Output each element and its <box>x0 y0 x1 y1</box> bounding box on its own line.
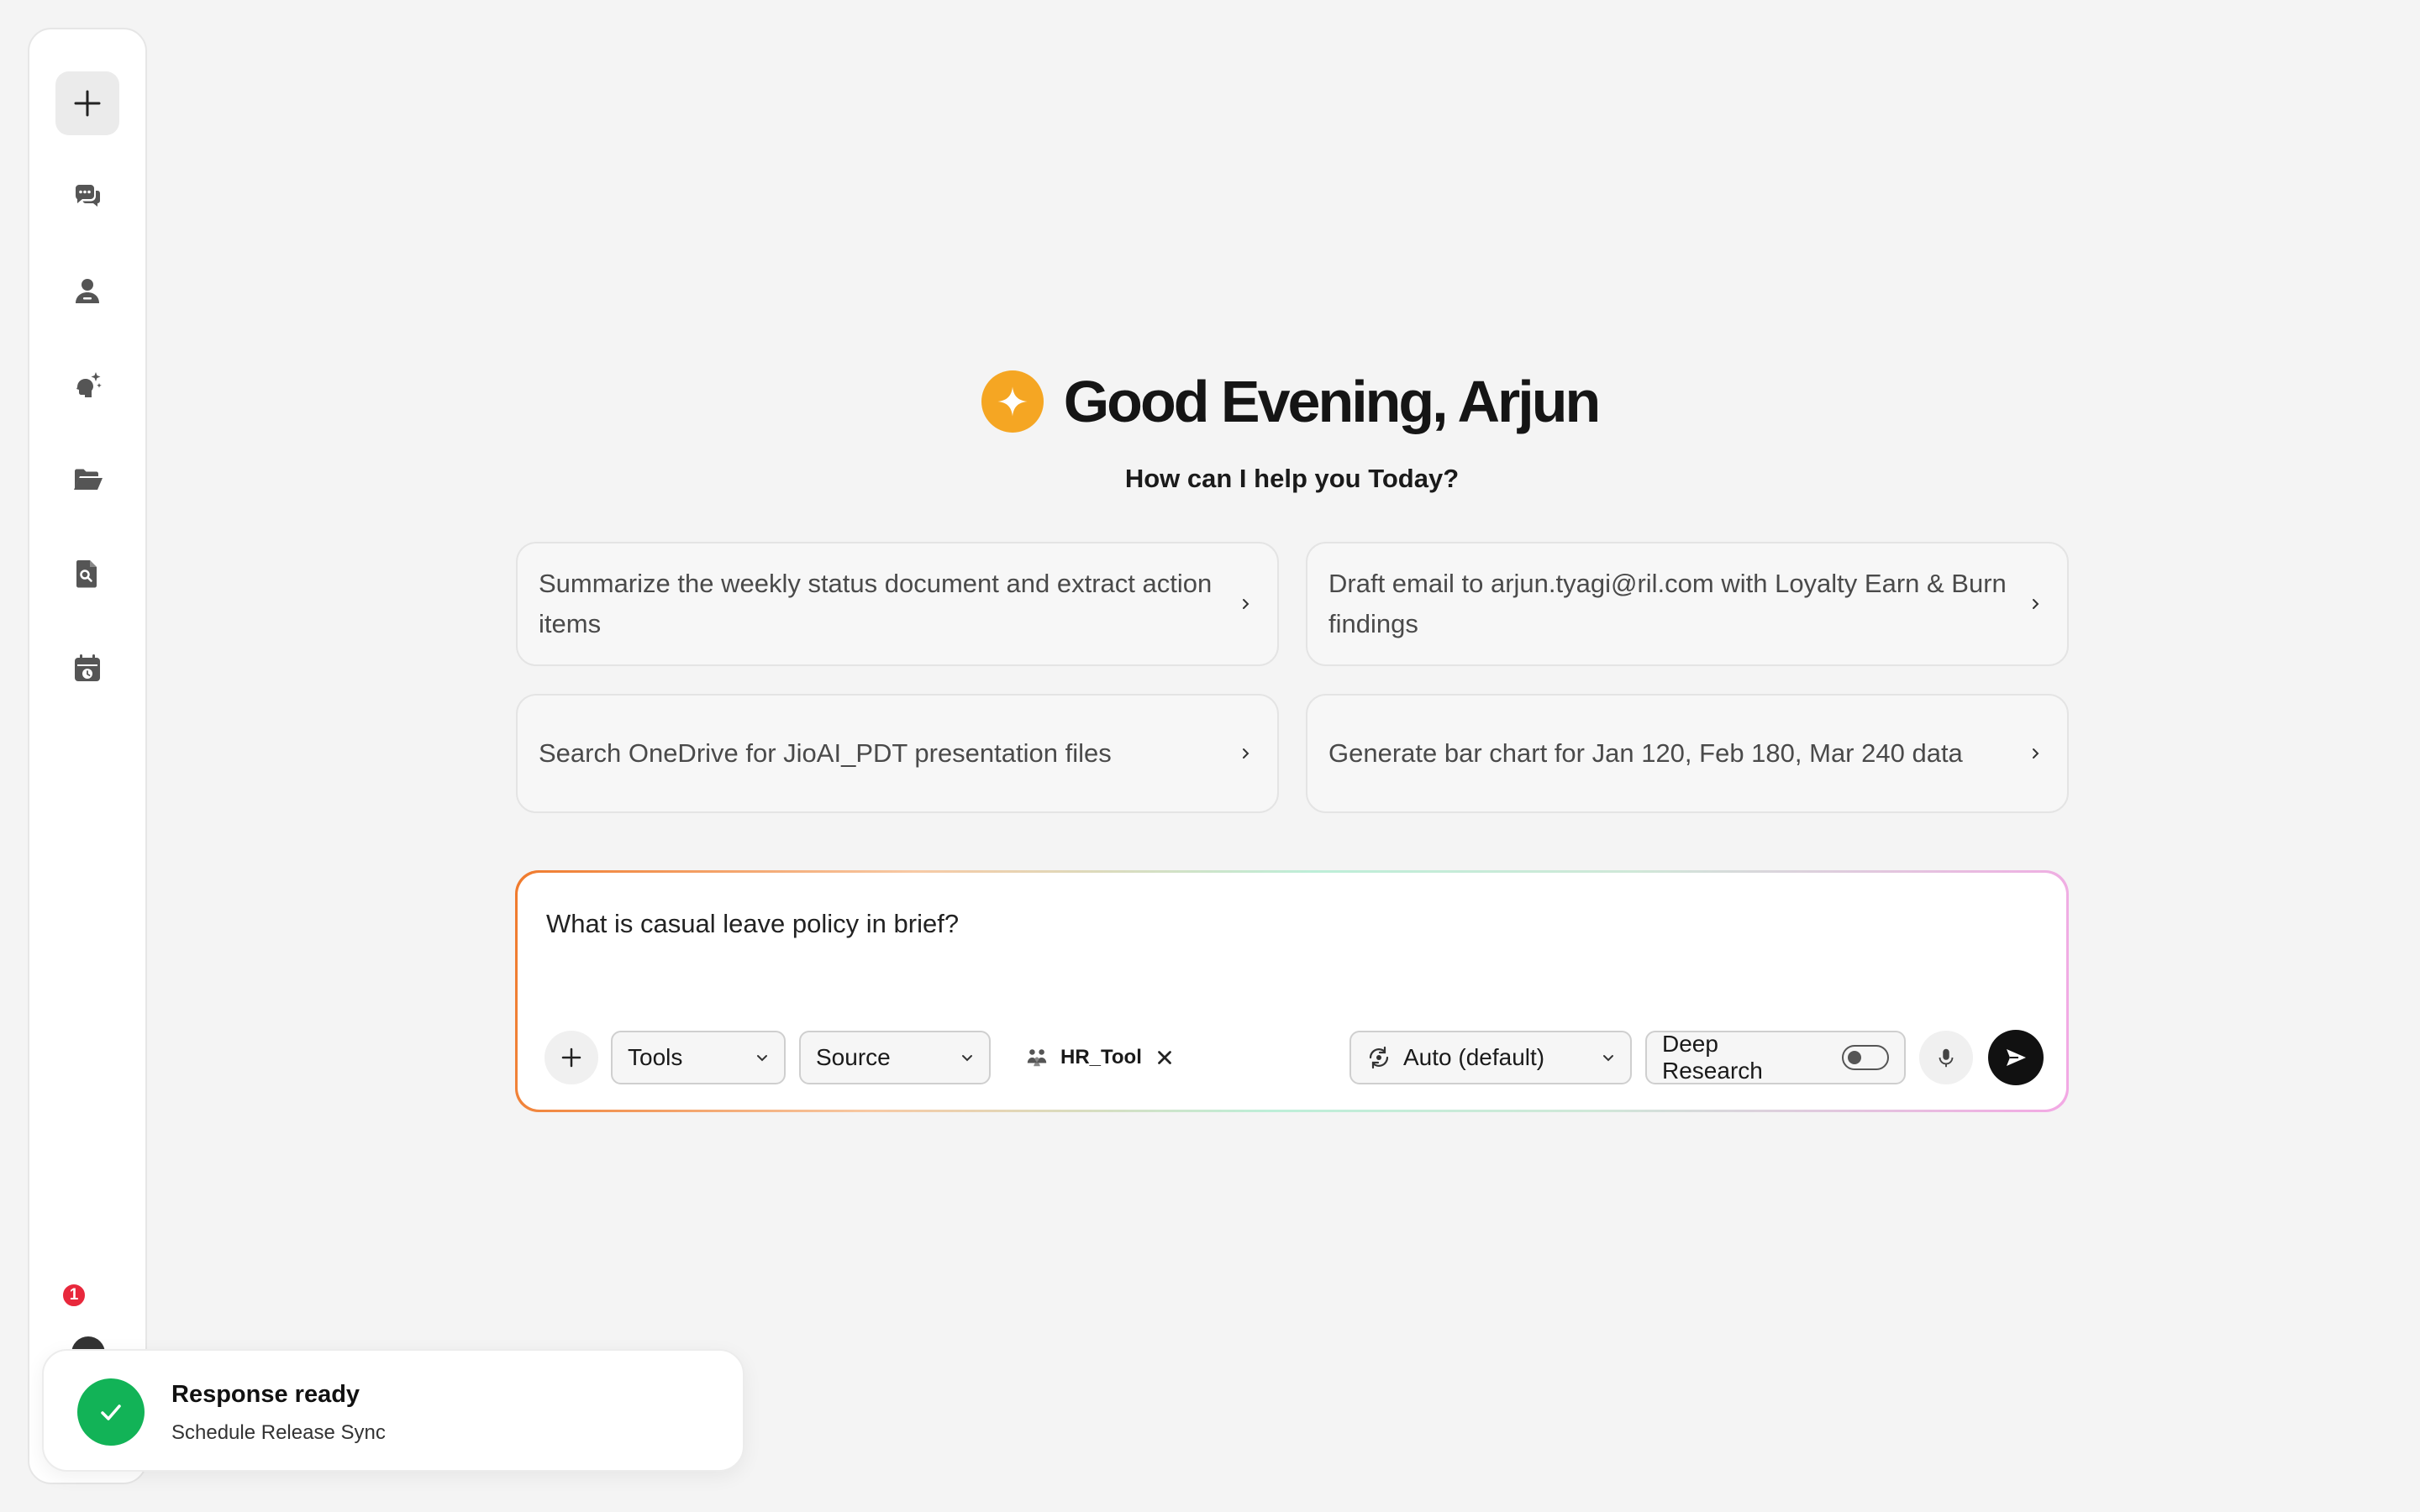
page-subtitle: How can I help you Today? <box>1124 464 1460 493</box>
send-button[interactable] <box>1988 1030 2044 1085</box>
tool-chip-label: HR_Tool <box>1060 1046 1142 1068</box>
source-select[interactable]: Source <box>799 1031 991 1084</box>
model-select-content: Auto (default) <box>1366 1044 1544 1071</box>
suggestion-text: Search OneDrive for JioAI_PDT presentati… <box>539 738 1112 768</box>
sparkle-logo-icon <box>981 370 1044 433</box>
chevron-right-icon <box>1243 748 1249 759</box>
suggestion-card[interactable]: Draft email to arjun.tyagi@ril.com with … <box>1306 542 2069 666</box>
suggestion-text: Summarize the weekly status document and… <box>539 569 1213 638</box>
page-title: Good Evening, Arjun <box>1063 369 1602 434</box>
calendar-clock-icon <box>75 654 100 681</box>
toast-notification[interactable]: Response ready Schedule Release Sync <box>42 1349 744 1472</box>
check-icon <box>77 1378 145 1446</box>
chevron-right-icon <box>2033 748 2039 759</box>
model-select[interactable]: Auto (default) <box>1349 1031 1632 1084</box>
microphone-icon <box>1939 1048 1954 1068</box>
greeting-row: Good Evening, Arjun <box>981 368 1602 435</box>
toggle-switch[interactable] <box>1842 1045 1889 1070</box>
chevron-down-icon <box>1603 1055 1613 1062</box>
greeting: Good Evening, Arjun <box>0 368 2420 435</box>
deep-research-toggle[interactable]: Deep Research <box>1645 1031 1906 1084</box>
suggestion-card[interactable]: Search OneDrive for JioAI_PDT presentati… <box>516 694 1279 813</box>
send-icon <box>2007 1049 2026 1066</box>
chevron-down-icon <box>962 1055 972 1062</box>
attach-button[interactable] <box>544 1031 598 1084</box>
suggestion-card[interactable]: Summarize the weekly status document and… <box>516 542 1279 666</box>
close-icon[interactable] <box>1154 1047 1176 1068</box>
tools-select-label: Tools <box>628 1044 683 1070</box>
suggestion-text: Generate bar chart for Jan 120, Feb 180,… <box>1328 738 1963 768</box>
suggestion-card[interactable]: Generate bar chart for Jan 120, Feb 180,… <box>1306 694 2069 813</box>
notification-badge: 1 <box>60 1282 87 1309</box>
suggestion-text: Draft email to arjun.tyagi@ril.com with … <box>1328 569 2007 638</box>
chevron-right-icon <box>2033 599 2039 609</box>
new-chat-button[interactable] <box>55 71 119 135</box>
tools-select[interactable]: Tools <box>611 1031 786 1084</box>
prompt-inner: Tools Source HR_Tool <box>518 873 2066 1110</box>
document-search-button[interactable] <box>55 542 119 606</box>
people-icon <box>1027 1049 1047 1067</box>
model-select-label: Auto (default) <box>1403 1044 1545 1070</box>
toast-subtitle: Schedule Release Sync <box>171 1421 386 1444</box>
plus-icon <box>561 1047 581 1068</box>
folder-icon <box>74 469 103 490</box>
chats-button[interactable] <box>55 165 119 229</box>
prompt-input[interactable] <box>544 908 2023 940</box>
chevron-down-icon <box>757 1055 767 1062</box>
tool-chip: HR_Tool <box>1025 1031 1176 1084</box>
user-icon <box>76 279 99 303</box>
document-search-icon <box>76 560 97 588</box>
chat-bubbles-icon <box>76 185 100 207</box>
prompt-box: Tools Source HR_Tool <box>515 870 2069 1112</box>
sidebar <box>28 28 147 1484</box>
plus-icon <box>74 90 101 117</box>
schedule-button[interactable] <box>55 636 119 700</box>
source-select-label: Source <box>816 1044 891 1070</box>
profile-button[interactable] <box>55 260 119 323</box>
deep-research-label: Deep Research <box>1662 1031 1763 1084</box>
chevron-right-icon <box>1243 599 1249 609</box>
toast-title: Response ready <box>171 1381 360 1408</box>
auto-refresh-icon <box>1369 1046 1389 1069</box>
microphone-button[interactable] <box>1919 1031 1973 1084</box>
files-button[interactable] <box>55 448 119 512</box>
